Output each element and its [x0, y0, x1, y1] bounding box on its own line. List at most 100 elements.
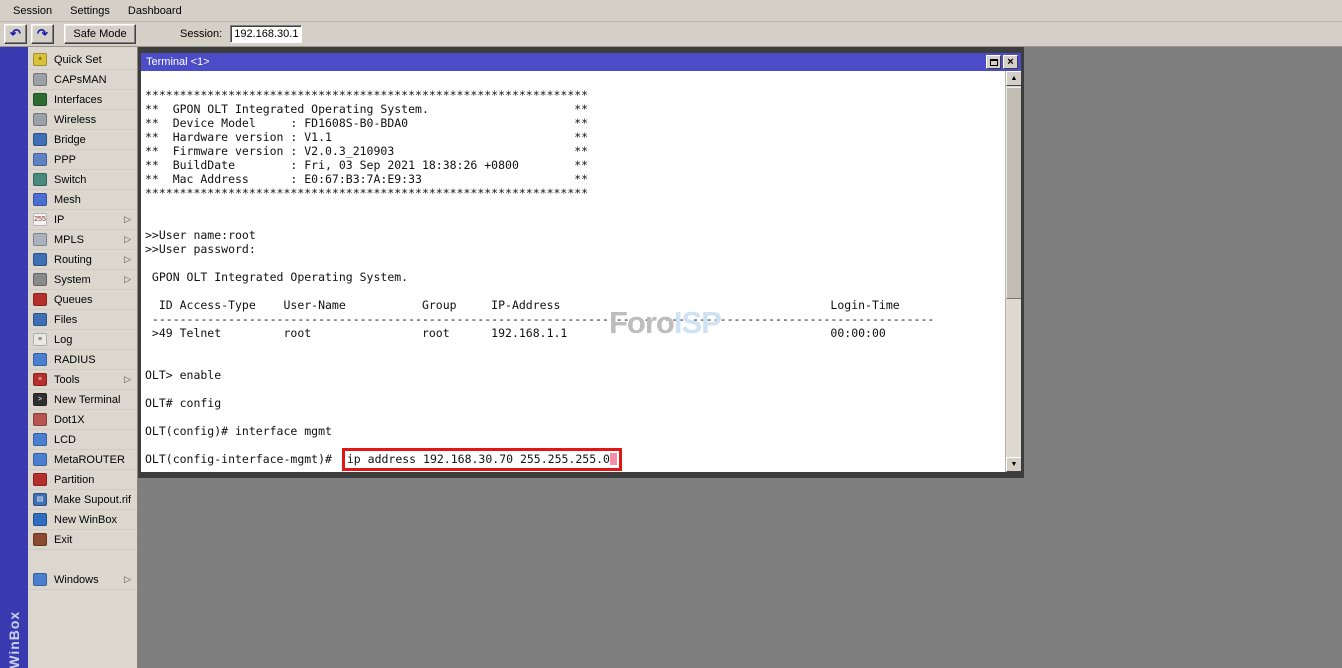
terminal-window: Terminal <1> × *************************… [138, 47, 1024, 478]
sidebar-item-label: System [54, 274, 124, 286]
sidebar-item-interfaces[interactable]: Interfaces [28, 90, 137, 110]
sidebar-item-wireless[interactable]: Wireless [28, 110, 137, 130]
sidebar-item-ip[interactable]: 255IP▷ [28, 210, 137, 230]
menu-settings[interactable]: Settings [61, 2, 119, 20]
system-gear-icon [33, 273, 47, 286]
interfaces-icon [33, 93, 47, 106]
sidebar-item-label: Make Supout.rif [54, 494, 137, 506]
redo-icon: ↷ [37, 26, 48, 42]
sidebar-items: ✦Quick Set CAPsMAN Interfaces Wireless Bridg… [28, 50, 137, 590]
sidebar-item-files[interactable]: Files [28, 310, 137, 330]
sidebar: RouterOS WinBox ✦Quick Set CAPsMAN Interfa… [0, 47, 138, 668]
mpls-icon [33, 233, 47, 246]
scroll-down-button[interactable]: ▼ [1006, 457, 1021, 472]
sidebar-item-label: Switch [54, 174, 137, 186]
sidebar-item-lcd[interactable]: LCD [28, 430, 137, 450]
metarouter-icon [33, 453, 47, 466]
sidebar-item-label: New WinBox [54, 514, 137, 526]
sidebar-item-new-terminal[interactable]: >New Terminal [28, 390, 137, 410]
terminal-command: ip address 192.168.30.70 255.255.255.0 [347, 452, 610, 466]
maximize-button[interactable] [986, 55, 1001, 69]
sidebar-item-mpls[interactable]: MPLS▷ [28, 230, 137, 250]
close-icon: × [1007, 57, 1013, 68]
sidebar-item-radius[interactable]: RADIUS [28, 350, 137, 370]
sidebar-item-label: Files [54, 314, 137, 326]
wireless-icon [33, 113, 47, 126]
mdi-workspace: Terminal <1> × *************************… [138, 47, 1342, 668]
exit-icon [33, 533, 47, 546]
scroll-up-icon: ▲ [1011, 75, 1018, 82]
sidebar-item-label: CAPsMAN [54, 74, 137, 86]
sidebar-item-capsman[interactable]: CAPsMAN [28, 70, 137, 90]
sidebar-blue-strip: RouterOS WinBox [0, 47, 28, 668]
terminal-scrollback: ****************************************… [145, 88, 934, 438]
sidebar-item-exit[interactable]: Exit [28, 530, 137, 550]
sidebar-item-partition[interactable]: Partition [28, 470, 137, 490]
redo-button[interactable]: ↷ [31, 24, 54, 44]
radius-icon [33, 353, 47, 366]
sidebar-item-label: MPLS [54, 234, 124, 246]
ip-icon: 255 [33, 213, 47, 226]
menu-dashboard[interactable]: Dashboard [119, 2, 191, 20]
sidebar-item-label: Tools [54, 374, 124, 386]
sidebar-item-label: Mesh [54, 194, 137, 206]
undo-icon: ↶ [10, 26, 21, 42]
menu-bar: Session Settings Dashboard [0, 0, 1342, 22]
partition-icon [33, 473, 47, 486]
toolbar: ↶ ↷ Safe Mode Session: [0, 22, 1342, 47]
sidebar-item-switch[interactable]: Switch [28, 170, 137, 190]
sidebar-item-windows[interactable]: Windows▷ [28, 570, 137, 590]
scroll-down-icon: ▼ [1011, 461, 1018, 468]
sidebar-item-label: Quick Set [54, 54, 137, 66]
sidebar-item-quick-set[interactable]: ✦Quick Set [28, 50, 137, 70]
sidebar-item-label: LCD [54, 434, 137, 446]
sidebar-item-bridge[interactable]: Bridge [28, 130, 137, 150]
ppp-icon [33, 153, 47, 166]
maximize-icon [990, 59, 998, 66]
terminal-window-titlebar[interactable]: Terminal <1> × [141, 53, 1021, 71]
submenu-arrow-icon: ▷ [124, 274, 131, 285]
sidebar-item-label: Wireless [54, 114, 137, 126]
sidebar-item-queues[interactable]: Queues [28, 290, 137, 310]
session-label: Session: [180, 28, 222, 40]
submenu-arrow-icon: ▷ [124, 234, 131, 245]
switch-icon [33, 173, 47, 186]
sidebar-item-dot1x[interactable]: Dot1X [28, 410, 137, 430]
sidebar-item-label: Routing [54, 254, 124, 266]
sidebar-item-mesh[interactable]: Mesh [28, 190, 137, 210]
safe-mode-button[interactable]: Safe Mode [64, 24, 136, 44]
supout-file-icon: ▤ [33, 493, 47, 506]
close-button[interactable]: × [1003, 55, 1018, 69]
files-folder-icon [33, 313, 47, 326]
sidebar-item-label: Exit [54, 534, 137, 546]
sidebar-item-label: Dot1X [54, 414, 137, 426]
text-cursor [610, 453, 617, 465]
terminal-window-title: Terminal <1> [146, 56, 984, 68]
sidebar-item-metarouter[interactable]: MetaROUTER [28, 450, 137, 470]
terminal-content: ****************************************… [141, 71, 1021, 472]
highlight-box: ip address 192.168.30.70 255.255.255.0 [342, 448, 622, 471]
terminal-output[interactable]: ****************************************… [145, 74, 1003, 472]
sidebar-item-label: PPP [54, 154, 137, 166]
sidebar-item-routing[interactable]: Routing▷ [28, 250, 137, 270]
sidebar-item-new-winbox[interactable]: New WinBox [28, 510, 137, 530]
terminal-icon: > [33, 393, 47, 406]
log-icon: ≡ [33, 333, 47, 346]
sidebar-item-make-supout-rif[interactable]: ▤ Make Supout.rif [28, 490, 137, 510]
sidebar-item-label: IP [54, 214, 124, 226]
vertical-scrollbar[interactable]: ▲ ▼ [1005, 71, 1021, 472]
undo-button[interactable]: ↶ [4, 24, 27, 44]
tools-icon: × [33, 373, 47, 386]
scrollbar-thumb[interactable] [1006, 87, 1021, 299]
sidebar-item-log[interactable]: ≡Log [28, 330, 137, 350]
sidebar-item-ppp[interactable]: PPP [28, 150, 137, 170]
sidebar-item-tools[interactable]: × Tools▷ [28, 370, 137, 390]
menu-session[interactable]: Session [4, 2, 61, 20]
submenu-arrow-icon: ▷ [124, 374, 131, 385]
sidebar-item-label: Windows [54, 574, 124, 586]
bridge-icon [33, 133, 47, 146]
sidebar-item-system[interactable]: System▷ [28, 270, 137, 290]
scroll-up-button[interactable]: ▲ [1006, 71, 1021, 86]
capsman-icon [33, 73, 47, 86]
session-address-input[interactable] [230, 25, 302, 43]
